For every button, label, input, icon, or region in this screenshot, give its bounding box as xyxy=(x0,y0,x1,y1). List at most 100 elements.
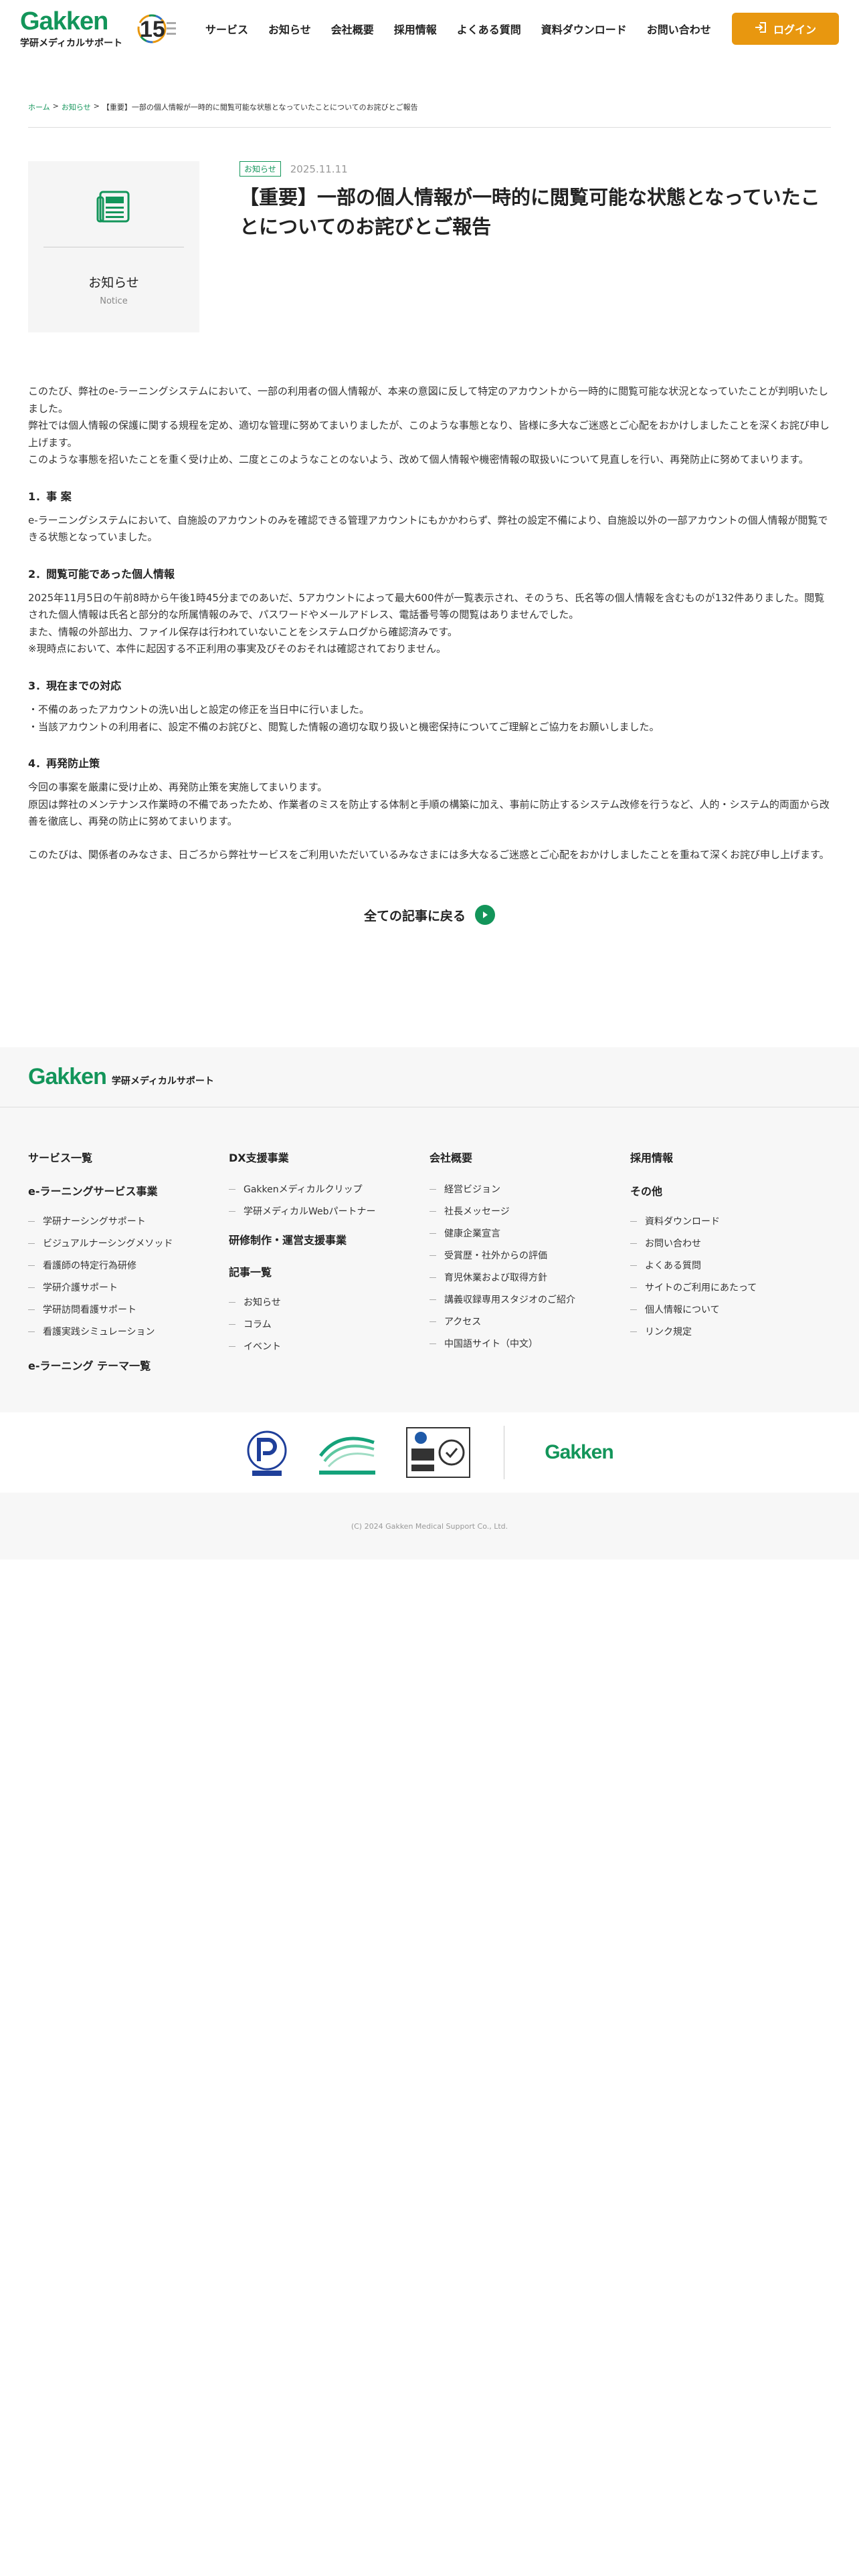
footer-col-dx: DX支援事業 Gakkenメディカルクリップ 学研メディカルWebパートナー 研… xyxy=(229,1149,430,1412)
svg-text:15: 15 xyxy=(140,17,165,42)
footer-link[interactable]: 個人情報について xyxy=(630,1303,831,1316)
footer-link[interactable]: お知らせ xyxy=(229,1295,430,1309)
category-card: お知らせ Notice xyxy=(28,161,199,332)
footer-link[interactable]: 看護実践シミュレーション xyxy=(28,1325,229,1338)
footer-link[interactable]: 中国語サイト（中文） xyxy=(430,1337,630,1350)
nav-company[interactable]: 会社概要 xyxy=(331,21,374,37)
article-body: このたび、弊社のe-ラーニングシステムにおいて、一部の利用者の個人情報が、本来の… xyxy=(28,383,831,863)
section-paragraph: ※現時点において、本件に起因する不正利用の事実及びそのおそれは確認されておりませ… xyxy=(28,643,447,655)
breadcrumb: ホーム > お知らせ > 【重要】一部の個人情報が一時的に閲覧可能な状態となって… xyxy=(28,102,831,128)
footer-link[interactable]: 学研訪問看護サポート xyxy=(28,1303,229,1316)
newspaper-icon xyxy=(95,188,132,228)
footer-link[interactable]: 社長メッセージ xyxy=(430,1204,630,1218)
arrow-right-icon xyxy=(475,905,495,926)
article-date: 2025.11.11 xyxy=(290,163,348,175)
site-footer: Gakken 学研メディカルサポート サービス一覧 e-ラーニングサービス事業 … xyxy=(0,1047,859,1560)
footer-link[interactable]: アクセス xyxy=(430,1315,630,1328)
footer-elearning-head[interactable]: e-ラーニングサービス事業 xyxy=(28,1182,229,1198)
login-label: ログイン xyxy=(773,23,816,36)
footer-other-head: その他 xyxy=(630,1185,663,1198)
footer-link[interactable]: 学研介護サポート xyxy=(28,1281,229,1294)
footer-link[interactable]: 資料ダウンロード xyxy=(630,1214,831,1228)
footer-link[interactable]: お問い合わせ xyxy=(630,1237,831,1250)
closing-paragraph: このたびは、関係者のみなさま、日ごろから弊社サービスをご利用いただいているみなさ… xyxy=(28,848,830,861)
section-paragraph: 2025年11月5日の午前8時から午後1時45分までのあいだ、5アカウントによっ… xyxy=(28,591,825,621)
footer-link[interactable]: 健康企業宣言 xyxy=(430,1226,630,1240)
section-heading-prevention: 4．再発防止策 xyxy=(28,757,100,770)
footer-link[interactable]: イベント xyxy=(229,1339,430,1353)
privacy-mark-icon xyxy=(246,1428,288,1477)
footer-articles-head[interactable]: 記事一覧 xyxy=(229,1263,430,1279)
nav-download[interactable]: 資料ダウンロード xyxy=(541,21,627,37)
breadcrumb-current: 【重要】一部の個人情報が一時的に閲覧可能な状態となっていたことについてのお詫びと… xyxy=(102,103,418,112)
footer-link[interactable]: リンク規定 xyxy=(630,1325,831,1338)
footer-logo[interactable]: Gakken 学研メディカルサポート xyxy=(28,1064,214,1090)
footer-links: サービス一覧 e-ラーニングサービス事業 学研ナーシングサポート ビジュアルナー… xyxy=(0,1107,859,1412)
breadcrumb-home[interactable]: ホーム xyxy=(28,102,50,112)
section-paragraph: ・不備のあったアカウントの洗い出しと設定の修正を当日中に行いました。 xyxy=(28,704,370,716)
breadcrumb-news[interactable]: お知らせ xyxy=(62,102,91,112)
footer-services-head[interactable]: サービス一覧 xyxy=(28,1149,229,1165)
back-label: 全ての記事に戻る xyxy=(363,908,466,924)
site-header: Gakken 学研メディカルサポート 15 サービス お知らせ 会社概要 採用情… xyxy=(0,0,859,58)
isms-certification-icon xyxy=(406,1427,471,1478)
article-tag[interactable]: お知らせ xyxy=(240,161,281,177)
footer-col-recruit: 採用情報 その他 資料ダウンロード お問い合わせ よくある質問 サイトのご利用に… xyxy=(630,1149,831,1412)
footer-link[interactable]: よくある質問 xyxy=(630,1259,831,1272)
article-title-block: お知らせ 2025.11.11 【重要】一部の個人情報が一時的に閲覧可能な状態と… xyxy=(240,161,831,332)
intro-paragraph: 弊社では個人情報の保護に関する規程を定め、適切な管理に努めてまいりましたが、この… xyxy=(28,419,830,449)
footer-link[interactable]: 学研メディカルWebパートナー xyxy=(229,1204,430,1218)
logo-wordmark: Gakken xyxy=(20,7,108,35)
nav-recruit[interactable]: 採用情報 xyxy=(394,21,437,37)
footer-col-company: 会社概要 経営ビジョン 社長メッセージ 健康企業宣言 受賞歴・社外からの評価 育… xyxy=(430,1149,630,1412)
certification-bar: Gakken xyxy=(0,1412,859,1493)
anniversary-badge-icon: 15 xyxy=(132,11,179,46)
footer-link[interactable]: 育児休業および取得方針 xyxy=(430,1271,630,1284)
section-paragraph: ・当該アカウントの利用者に、設定不備のお詫びと、閲覧した情報の適切な取り扱いと機… xyxy=(28,720,660,733)
logo-subtitle: 学研メディカルサポート xyxy=(20,38,123,49)
footer-dx-head[interactable]: DX支援事業 xyxy=(229,1149,430,1165)
footer-col-services: サービス一覧 e-ラーニングサービス事業 学研ナーシングサポート ビジュアルナー… xyxy=(28,1149,229,1412)
footer-recruit-head[interactable]: 採用情報 xyxy=(630,1149,831,1165)
footer-link[interactable]: 看護師の特定行為研修 xyxy=(28,1259,229,1272)
footer-link[interactable]: 経営ビジョン xyxy=(430,1182,630,1196)
section-heading-info: 2．閲覧可能であった個人情報 xyxy=(28,567,175,580)
article-header: お知らせ Notice お知らせ 2025.11.11 【重要】一部の個人情報が… xyxy=(28,161,831,332)
footer-training-head[interactable]: 研修制作・運営支援事業 xyxy=(229,1231,430,1247)
site-logo[interactable]: Gakken 学研メディカルサポート 15 xyxy=(20,8,179,49)
footer-link[interactable]: Gakkenメディカルクリップ xyxy=(229,1182,430,1196)
breadcrumb-separator: > xyxy=(93,102,100,110)
section-paragraph: また、情報の外部出力、ファイル保存は行われていないことをシステムログから確認済み… xyxy=(28,625,458,638)
nav-faq[interactable]: よくある質問 xyxy=(457,21,521,37)
footer-link[interactable]: 講義収録専用スタジオのご紹介 xyxy=(430,1293,630,1306)
footer-link[interactable]: サイトのご利用にあたって xyxy=(630,1281,831,1294)
login-button[interactable]: ログイン xyxy=(732,13,839,45)
category-name: お知らせ xyxy=(88,276,139,290)
back-to-all-articles-link[interactable]: 全ての記事に戻る xyxy=(0,905,859,926)
article-meta: お知らせ 2025.11.11 xyxy=(240,161,831,177)
footer-logo-subtitle: 学研メディカルサポート xyxy=(111,1075,214,1087)
nav-news[interactable]: お知らせ xyxy=(268,21,311,37)
gakken-group-logo[interactable]: Gakken xyxy=(545,1441,613,1464)
footer-logo-bar: Gakken 学研メディカルサポート xyxy=(0,1047,859,1107)
section-paragraph: e-ラーニングシステムにおいて、自施設のアカウントのみを確認できる管理アカウント… xyxy=(28,514,828,544)
footer-theme-list-head[interactable]: e-ラーニング テーマ一覧 xyxy=(28,1357,229,1373)
breadcrumb-separator: > xyxy=(52,102,59,110)
footer-logo-wordmark: Gakken xyxy=(28,1064,107,1089)
copyright: (C) 2024 Gakken Medical Support Co., Ltd… xyxy=(0,1493,859,1560)
intro-paragraph: このたび、弊社のe-ラーニングシステムにおいて、一部の利用者の個人情報が、本来の… xyxy=(28,385,829,415)
intro-paragraph: このような事態を招いたことを重く受け止め、二度とこのようなことのないよう、改めて… xyxy=(28,453,809,465)
health-management-icon xyxy=(315,1429,379,1476)
login-icon xyxy=(755,21,767,36)
footer-link[interactable]: コラム xyxy=(229,1317,430,1331)
footer-company-head[interactable]: 会社概要 xyxy=(430,1149,630,1165)
section-paragraph: 原因は弊社のメンテナンス作業時の不備であったため、作業者のミスを防止する体制と手… xyxy=(28,798,830,828)
footer-link[interactable]: 学研ナーシングサポート xyxy=(28,1214,229,1228)
nav-services[interactable]: サービス xyxy=(205,21,248,37)
main-nav: サービス お知らせ 会社概要 採用情報 よくある質問 資料ダウンロード お問い合… xyxy=(205,21,711,37)
footer-link[interactable]: ビジュアルナーシングメソッド xyxy=(28,1237,229,1250)
article-title: 【重要】一部の個人情報が一時的に閲覧可能な状態となっていたことについてのお詫びと… xyxy=(240,186,820,238)
section-heading-response: 3．現在までの対応 xyxy=(28,679,122,692)
footer-link[interactable]: 受賞歴・社外からの評価 xyxy=(430,1249,630,1262)
nav-contact[interactable]: お問い合わせ xyxy=(647,21,711,37)
